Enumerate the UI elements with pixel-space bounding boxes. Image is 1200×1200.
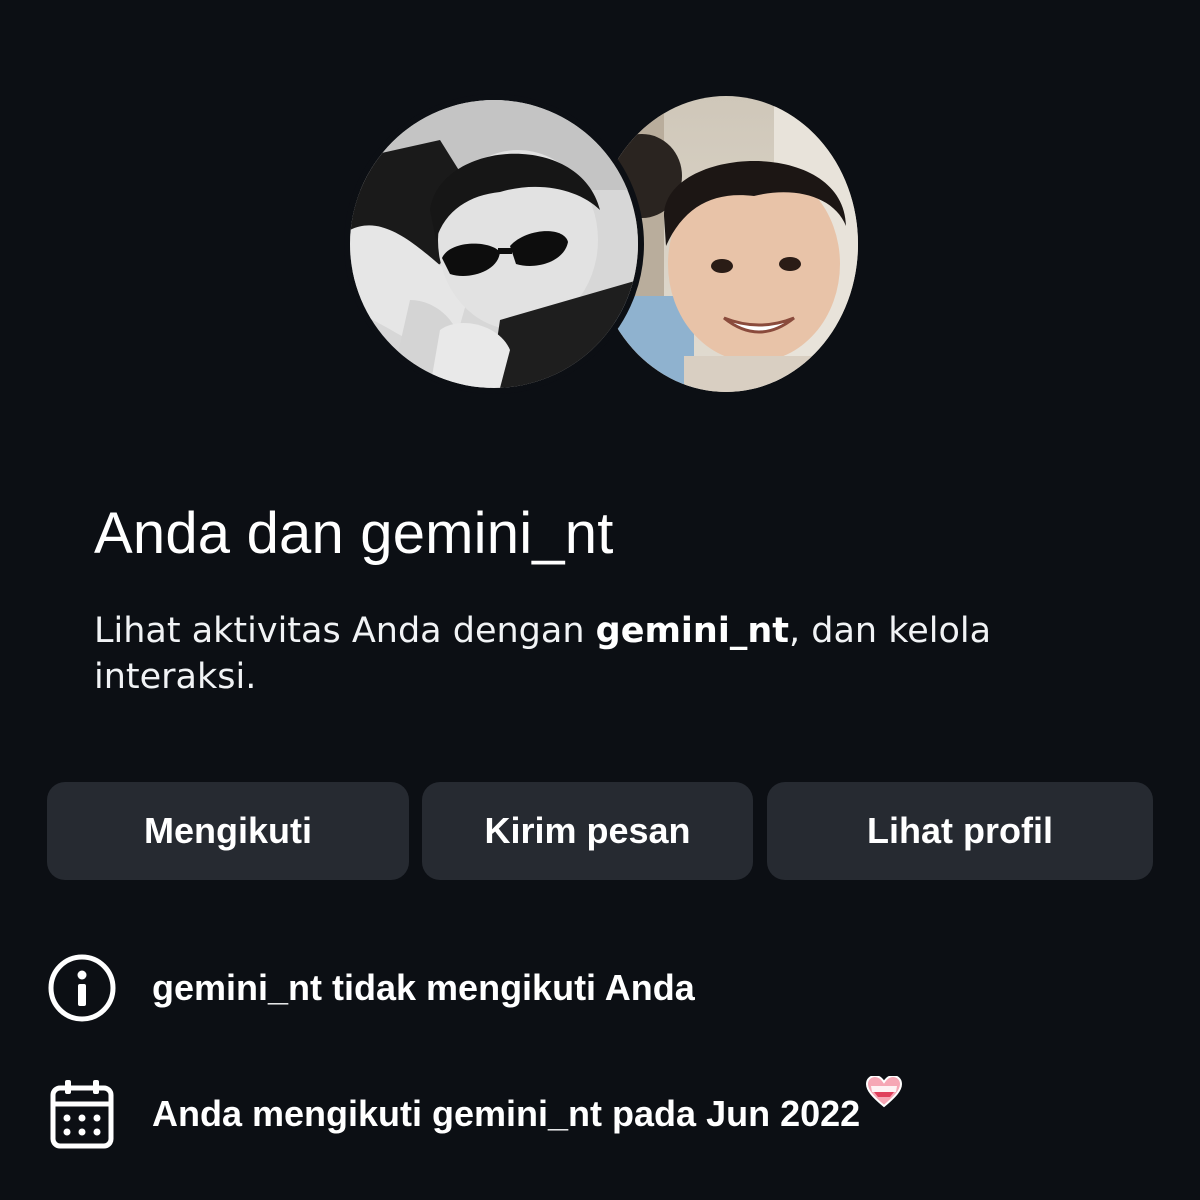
calendar-icon <box>46 1078 118 1150</box>
followed-since-container: Anda mengikuti gemini_nt pada Jun 2022 <box>152 1074 903 1135</box>
followed-since-text: Anda mengikuti gemini_nt pada Jun 2022 <box>152 1093 861 1134</box>
followed-since-row: Anda mengikuti gemini_nt pada Jun 2022 <box>46 1074 903 1150</box>
following-button[interactable]: Mengikuti <box>47 782 409 880</box>
subtitle-prefix: Lihat aktivitas Anda dengan <box>94 611 596 651</box>
send-message-button[interactable]: Kirim pesan <box>422 782 753 880</box>
page-subtitle: Lihat aktivitas Anda dengan gemini_nt, d… <box>94 608 1054 700</box>
page-title: Anda dan gemini_nt <box>94 501 614 566</box>
avatar-self[interactable] <box>344 94 644 394</box>
info-icon <box>46 952 118 1024</box>
subtitle-username: gemini_nt <box>595 611 789 651</box>
profile-photo-grayscale <box>350 100 638 388</box>
screen: Anda dan gemini_nt Lihat aktivitas Anda … <box>0 0 1200 1200</box>
view-profile-button[interactable]: Lihat profil <box>767 782 1153 880</box>
not-following-row: gemini_nt tidak mengikuti Anda <box>46 952 695 1024</box>
heart-emoji-icon <box>866 1074 903 1117</box>
not-following-text: gemini_nt tidak mengikuti Anda <box>152 967 695 1008</box>
